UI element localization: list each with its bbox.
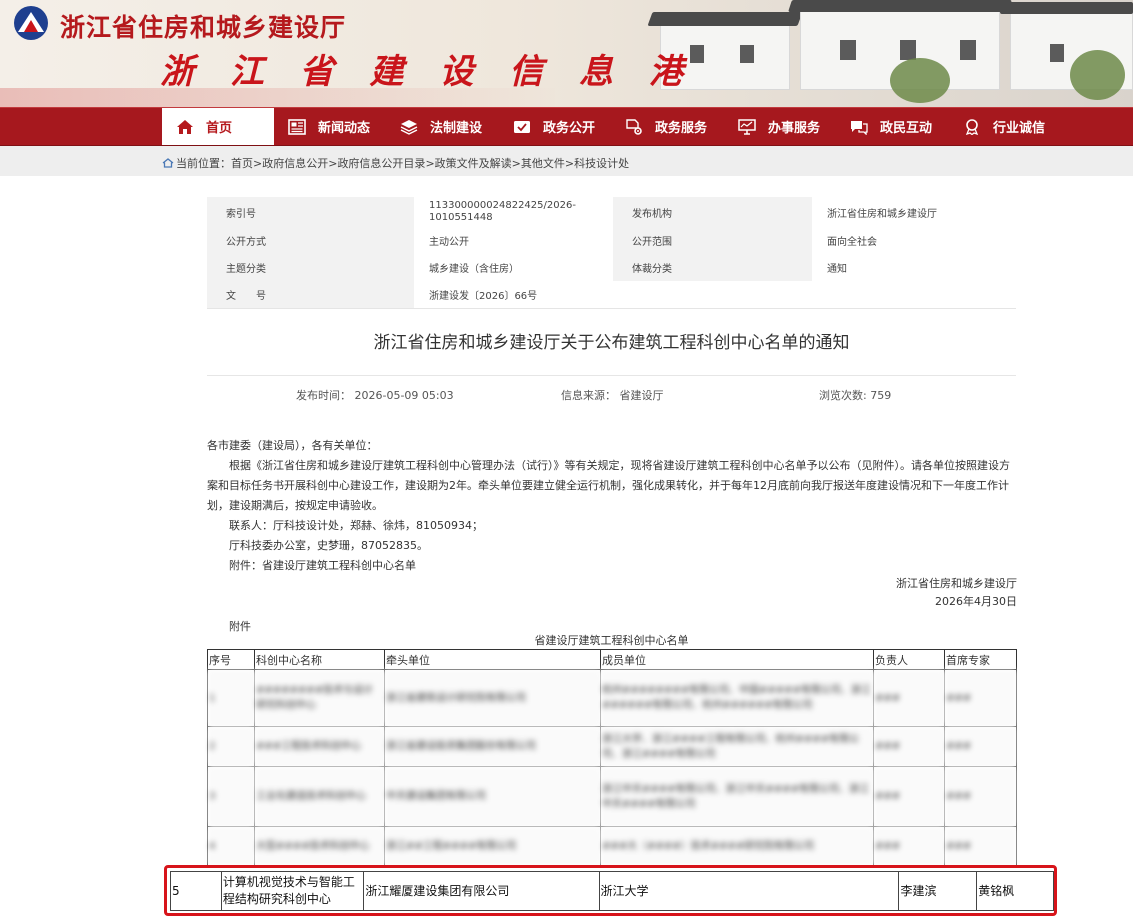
header-banner: 浙江省住房和城乡建设厅 浙 江 省 建 设 信 息 港	[0, 0, 1133, 107]
cell-no: 5	[170, 871, 222, 911]
nav-label: 政务服务	[655, 121, 708, 136]
meta-label-subject: 主题分类	[207, 254, 414, 281]
cell-member-units: 浙江大学	[598, 871, 900, 911]
meta-label-open-scope: 公开范围	[613, 227, 812, 254]
body-paragraph: 根据《浙江省住房和城乡建设厅建筑工程科创中心管理办法（试行）》等有关规定，现将省…	[207, 459, 1010, 512]
layers-icon	[398, 118, 420, 136]
department-logo-icon	[14, 6, 48, 40]
table-title: 省建设厅建筑工程科创中心名单	[534, 634, 689, 647]
breadcrumb-link-tech[interactable]: 科技设计处	[574, 155, 629, 171]
nav-item-news[interactable]: 新闻动态	[286, 108, 370, 145]
breadcrumb-link-policy[interactable]: 政策文件及解读	[435, 155, 512, 171]
table-row-highlighted: 5 计算机视觉技术与智能工程结构研究科创中心 浙江耀厦建设集团有限公司 浙江大学…	[170, 871, 1054, 911]
document-body: 各市建委（建设局），各有关单位： 根据《浙江省住房和城乡建设厅建筑工程科创中心管…	[207, 436, 1017, 637]
nav-label: 政务公开	[543, 121, 596, 136]
mail-check-icon	[511, 118, 533, 136]
header-expert: 首席专家	[944, 649, 1017, 670]
cell-chief-expert: 黄铭枫	[976, 871, 1054, 911]
header-leader: 负责人	[873, 649, 945, 670]
meta-value-genre: 通知	[812, 254, 1016, 281]
meta-label-open-mode: 公开方式	[207, 227, 414, 254]
cell-lead-unit: 浙江耀厦建设集团有限公司	[363, 871, 600, 911]
meta-label-index: 索引号	[207, 197, 414, 227]
breadcrumb-separator: >	[425, 156, 435, 170]
document-title: 浙江省住房和城乡建设厅关于公布建筑工程科创中心名单的通知	[373, 333, 850, 353]
breadcrumb-link-catalog[interactable]: 政府信息公开目录	[337, 155, 425, 171]
home-icon	[174, 118, 196, 136]
view-count: 浏览次数: 759	[819, 389, 892, 402]
nav-label: 法制建设	[430, 121, 483, 136]
medal-icon	[961, 118, 983, 136]
nav-item-interaction[interactable]: 政民互动	[848, 108, 932, 145]
main-nav: 首页 新闻动态 法制建设 政务公开 政务服务 办事服务 政民互动 行业诚信	[0, 107, 1133, 146]
meta-label-doc-no: 文 号	[207, 281, 414, 308]
nav-label: 政民互动	[880, 121, 933, 136]
breadcrumb-prefix: 当前位置：	[176, 157, 231, 170]
header-name: 科创中心名称	[254, 649, 385, 670]
breadcrumb-link-home[interactable]: 首页	[231, 155, 253, 171]
department-name: 浙江省住房和城乡建设厅	[60, 13, 347, 42]
meta-value-publisher: 浙江省住房和城乡建设厅	[812, 197, 1016, 227]
table-header-row: 序号 科创中心名称 牵头单位 成员单位 负责人 首席专家	[207, 649, 1017, 670]
table-row: 4 大型####技术科创中心 浙江##工程####有限公司 ###大（####）…	[207, 826, 1017, 867]
newspaper-icon	[286, 118, 308, 136]
title-divider	[207, 375, 1016, 376]
publish-time: 发布时间： 2026-05-09 05:03	[296, 389, 454, 402]
nav-item-gov-service[interactable]: 政务服务	[623, 108, 707, 145]
meta-label-genre: 体裁分类	[613, 254, 812, 281]
meta-value-doc-no: 浙建设发〔2026〕66号	[414, 281, 613, 308]
breadcrumb-separator: >	[328, 156, 338, 170]
nav-label: 新闻动态	[318, 121, 371, 136]
highlighted-row-frame: 5 计算机视觉技术与智能工程结构研究科创中心 浙江耀厦建设集团有限公司 浙江大学…	[164, 865, 1057, 916]
document-meta-table: 索引号 113300000024822425/2026-1010551448 发…	[207, 197, 1016, 309]
contact-line-2: 厅科技委办公室，史梦珊，87052835。	[229, 539, 428, 552]
table-row: 2 ###工程技术科创中心 浙江省建设投资集团股份有限公司 浙江大学、浙江###…	[207, 726, 1017, 767]
chat-icon	[848, 118, 870, 136]
nav-item-home[interactable]: 首页	[162, 108, 274, 145]
nav-label: 首页	[206, 121, 233, 136]
nav-item-open-gov[interactable]: 政务公开	[511, 108, 595, 145]
meta-label-publisher: 发布机构	[613, 197, 812, 227]
salutation: 各市建委（建设局），各有关单位：	[207, 439, 378, 452]
table-row: 1 ########技术与设计研究科创中心 浙江省建筑设计研究院有限公司 杭州#…	[207, 669, 1017, 727]
contact-line-1: 联系人：厅科技设计处，郑赫、徐炜，81050934；	[229, 519, 483, 532]
header-members: 成员单位	[600, 649, 874, 670]
cell-leader: 李建滨	[898, 871, 978, 911]
nav-item-legal[interactable]: 法制建设	[398, 108, 482, 145]
meta-value-open-mode: 主动公开	[414, 227, 613, 254]
meta-value-index: 113300000024822425/2026-1010551448	[414, 197, 613, 227]
breadcrumb: 当前位置： 首页 > 政府信息公开 > 政府信息公开目录 > 政策文件及解读 >…	[162, 155, 629, 171]
signature-date: 2026年4月30日	[935, 595, 1017, 608]
table-row: 3 工业化建造技术科创中心 中天建设集团有限公司 浙江中天####有限公司、浙江…	[207, 766, 1017, 827]
nav-item-integrity[interactable]: 行业诚信	[961, 108, 1045, 145]
center-list-table: 序号 科创中心名称 牵头单位 成员单位 负责人 首席专家 1 ########技…	[207, 649, 1017, 867]
breadcrumb-separator: >	[564, 156, 575, 170]
attachment-reference: 附件：省建设厅建筑工程科创中心名单	[229, 559, 416, 572]
meta-value-subject: 城乡建设（含住房）	[414, 254, 613, 281]
nav-item-affairs[interactable]: 办事服务	[736, 108, 820, 145]
header-lead: 牵头单位	[384, 649, 601, 670]
cell-center-name: 计算机视觉技术与智能工程结构研究科创中心	[220, 871, 365, 911]
document-gear-icon	[623, 118, 645, 136]
meta-value-open-scope: 面向全社会	[812, 227, 1016, 254]
info-source: 信息来源： 省建设厅	[561, 389, 664, 402]
header-no: 序号	[207, 649, 255, 670]
portal-name: 浙 江 省 建 设 信 息 港	[160, 52, 695, 92]
breadcrumb-separator: >	[253, 156, 263, 170]
nav-label: 行业诚信	[993, 121, 1046, 136]
signature-org: 浙江省住房和城乡建设厅	[896, 577, 1017, 590]
breadcrumb-separator: >	[511, 156, 521, 170]
highlighted-row-table: 5 计算机视觉技术与智能工程结构研究科创中心 浙江耀厦建设集团有限公司 浙江大学…	[170, 871, 1054, 911]
monitor-icon	[736, 118, 758, 136]
nav-label: 办事服务	[768, 121, 821, 136]
breadcrumb-link-gov-info[interactable]: 政府信息公开	[262, 155, 328, 171]
home-small-icon	[162, 158, 174, 168]
breadcrumb-link-other[interactable]: 其他文件	[521, 155, 565, 171]
